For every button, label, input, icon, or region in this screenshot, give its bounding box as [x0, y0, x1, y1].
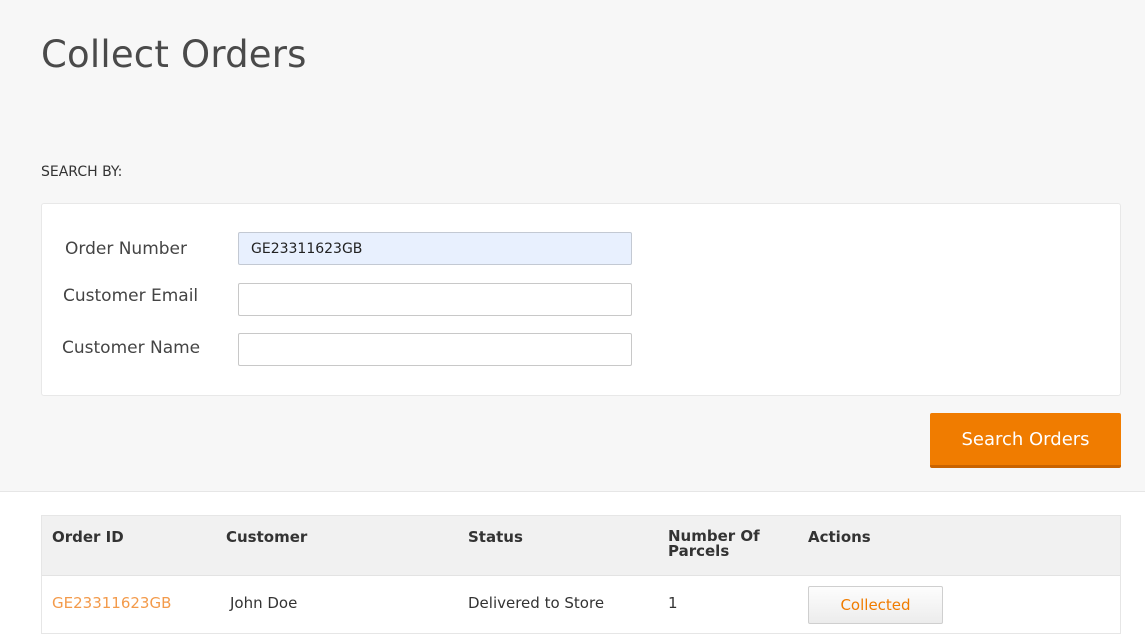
column-header-order-id: Order ID: [52, 528, 124, 546]
customer-email-label: Customer Email: [63, 286, 199, 306]
table-row: GE23311623GB John Doe Delivered to Store…: [42, 576, 1120, 633]
column-header-customer: Customer: [226, 528, 308, 546]
table-header-row: Order ID Customer Status Number Of Parce…: [42, 516, 1120, 576]
search-panel: Collect Orders SEARCH BY: Order Number C…: [0, 0, 1145, 492]
page-title: Collect Orders: [41, 33, 307, 76]
search-form: Order Number Customer Email Customer Nam…: [41, 203, 1121, 396]
search-orders-button[interactable]: Search Orders: [930, 413, 1121, 468]
collected-button[interactable]: Collected: [808, 586, 943, 624]
order-id-link[interactable]: GE23311623GB: [52, 594, 171, 612]
customer-email-input[interactable]: [238, 283, 632, 316]
order-number-input[interactable]: [238, 232, 632, 265]
column-header-actions: Actions: [808, 528, 871, 546]
customer-name-input[interactable]: [238, 333, 632, 366]
search-by-label: SEARCH BY:: [41, 164, 123, 180]
order-number-label: Order Number: [65, 239, 188, 259]
column-header-parcels: Number Of Parcels: [668, 527, 760, 560]
customer-cell: John Doe: [230, 594, 298, 612]
orders-table: Order ID Customer Status Number Of Parce…: [41, 515, 1121, 634]
status-cell: Delivered to Store: [468, 594, 605, 612]
parcels-cell: 1: [668, 594, 678, 612]
customer-name-label: Customer Name: [62, 338, 201, 358]
column-header-status: Status: [468, 528, 523, 546]
